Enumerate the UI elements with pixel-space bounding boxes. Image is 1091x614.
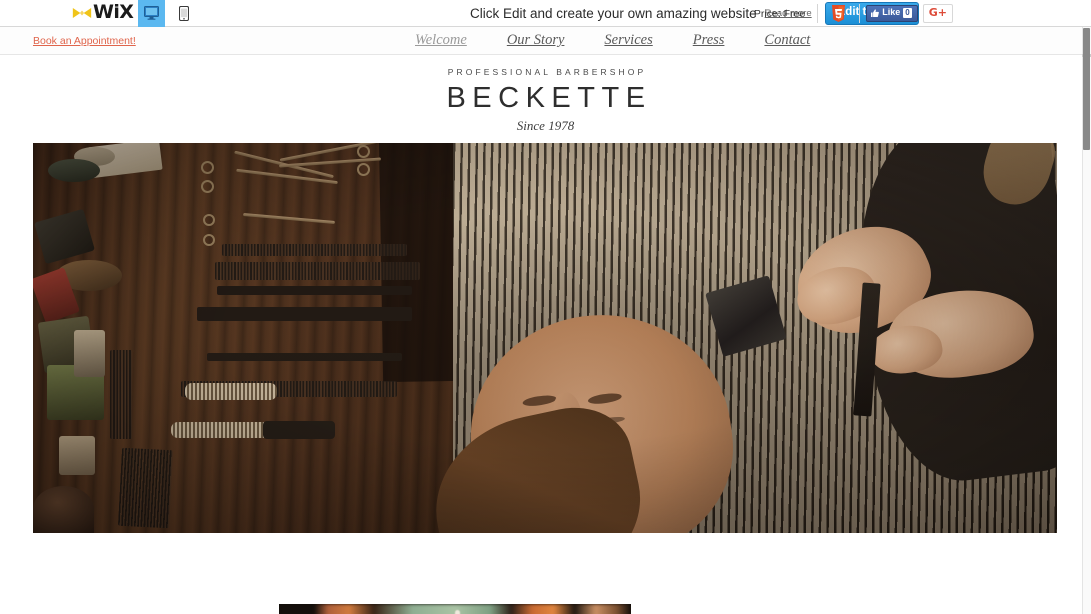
html5-badge[interactable] [818,5,859,22]
facebook-like-label: Like [882,7,901,18]
wix-top-bar: WiX Click Edit and create your own amazi… [0,0,1091,27]
promo-text: Click Edit and create your own amazing w… [470,6,757,21]
wix-logo-and-views: WiX [72,0,197,27]
nav-item-services[interactable]: Services [584,32,672,49]
main-menu: Welcome Our Story Services Press Contact [395,32,830,49]
site-header: PROFESSIONAL BARBERSHOP BECKETTE Since 1… [0,55,1091,134]
mobile-view-toggle[interactable] [170,0,197,27]
wix-topbar-right: Price: Free Like 0 G+ [742,0,953,27]
site-navigation-bar: Book an Appointment! Welcome Our Story S… [0,27,1091,55]
nav-item-our-story[interactable]: Our Story [487,32,585,49]
brand-name: BECKETTE [446,82,652,114]
nav-item-press[interactable]: Press [673,32,745,49]
brand-eyebrow: PROFESSIONAL BARBERSHOP [447,67,647,77]
second-section-image [279,604,631,614]
wix-logo[interactable]: WiX [72,0,134,27]
hero-image [33,143,1057,533]
wix-bird-icon [72,8,92,18]
desktop-view-toggle[interactable] [138,0,166,27]
mobile-phone-icon [178,5,189,21]
wix-wordmark: WiX [93,0,134,23]
facebook-like-count: 0 [903,7,912,19]
nav-item-contact[interactable]: Contact [744,32,830,49]
brand-tagline: Since 1978 [516,118,575,133]
html5-shield-icon [832,5,846,22]
book-appointment-link[interactable]: Book an Appointment! [33,35,136,47]
facebook-like-button[interactable]: Like 0 [866,5,918,22]
page-scrollbar-thumb[interactable] [1083,28,1090,150]
highlight-bottle [455,609,460,614]
second-section [0,535,1091,614]
hero-section [0,143,1091,535]
nav-item-welcome[interactable]: Welcome [395,32,487,49]
hero-vignette [33,143,1057,533]
desktop-monitor-icon [144,6,160,20]
price-label: Price: Free [753,7,806,20]
social-buttons: Like 0 G+ [860,4,953,23]
google-plus-button[interactable]: G+ [922,4,953,23]
thumbs-up-icon [871,9,880,17]
